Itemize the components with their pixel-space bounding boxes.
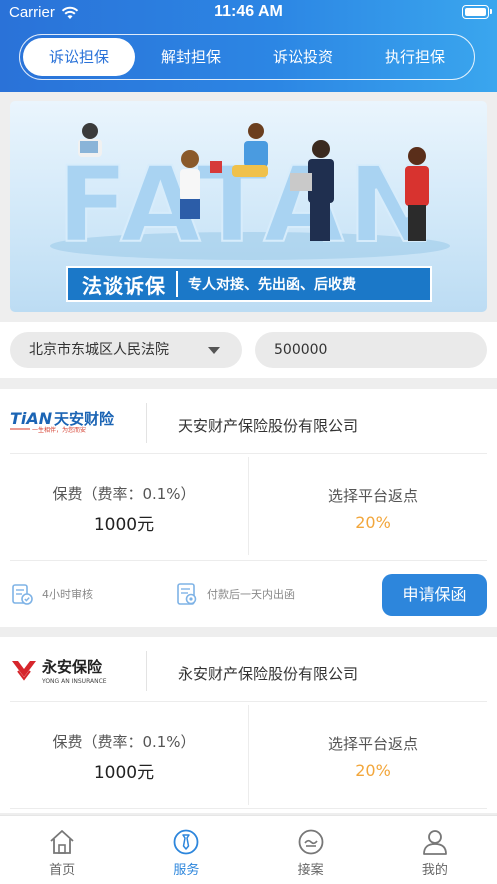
company-name: 天安财产保险股份有限公司 — [178, 417, 359, 435]
divider — [146, 651, 147, 691]
tab-profile[interactable]: 我的 — [373, 816, 497, 884]
tab-litigation-guarantee[interactable]: 诉讼担保 — [23, 38, 135, 76]
tab-execution-guarantee[interactable]: 执行担保 — [359, 38, 471, 76]
amount-input-value: 500000 — [274, 342, 328, 358]
rebate-block[interactable]: 选择平台返点 20% — [249, 733, 497, 780]
amount-input[interactable]: 500000 — [255, 332, 487, 368]
insurer-card: 永安保险 YONG AN INSURANCE 永安财产保险股份有限公司 保费（费… — [0, 637, 497, 813]
tab-case[interactable]: 接案 — [249, 816, 373, 884]
court-select[interactable]: 北京市东城区人民法院 — [10, 332, 242, 368]
divider — [146, 403, 147, 443]
insurer-card: TiAN 天安财险 一生相伴，为您而安 天安财产保险股份有限公司 保费（费率：0… — [0, 389, 497, 627]
apply-guarantee-button[interactable]: 申请保函 — [382, 574, 487, 616]
home-icon — [0, 828, 124, 856]
header: Carrier 11:46 AM 诉讼担保 解封担保 诉讼投资 执行担保 — [0, 0, 497, 92]
court-select-value: 北京市东城区人民法院 — [29, 342, 169, 358]
tab-home[interactable]: 首页 — [0, 816, 124, 884]
svg-text:永安保险: 永安保险 — [41, 658, 103, 676]
banner-caption: 法谈诉保 专人对接、先出函、后收费 — [66, 266, 432, 302]
document-icon — [12, 584, 33, 605]
fee-label: 保费（费率：0.1%） — [52, 485, 196, 503]
filter-bar: 北京市东城区人民法院 500000 — [0, 322, 497, 378]
divider — [10, 701, 487, 702]
tianan-logo: TiAN 天安财险 一生相伴，为您而安 — [10, 407, 120, 437]
banner-title: 法谈诉保 — [82, 273, 166, 298]
divider — [10, 560, 487, 561]
tab-label: 首页 — [49, 863, 76, 878]
fee-label: 保费（费率：0.1%） — [52, 733, 196, 751]
fee-block: 保费（费率：0.1%） 1000元 — [0, 731, 248, 783]
issue-time: 付款后一天内出函 — [207, 588, 295, 601]
status-bar: Carrier 11:46 AM — [0, 0, 497, 28]
profile-icon — [373, 828, 497, 856]
certificate-icon — [177, 583, 197, 605]
svg-text:天安财险: 天安财险 — [54, 410, 115, 428]
promo-banner[interactable]: FATAN 法谈诉保 专人对接、先出函、后收费 — [10, 101, 487, 312]
case-icon — [249, 828, 373, 856]
yongan-logo: 永安保险 YONG AN INSURANCE — [10, 657, 120, 687]
tab-service[interactable]: 服务 — [124, 816, 248, 884]
divider — [10, 453, 487, 454]
svg-text:YONG AN INSURANCE: YONG AN INSURANCE — [41, 678, 107, 685]
fee-value: 1000元 — [93, 515, 155, 535]
tab-label: 我的 — [421, 863, 448, 878]
issue-info: 付款后一天内出函 — [175, 582, 295, 606]
rebate-value: 20% — [355, 761, 391, 780]
service-icon — [124, 828, 248, 856]
divider — [10, 808, 487, 809]
fee-value: 1000元 — [93, 763, 155, 783]
tab-litigation-investment[interactable]: 诉讼投资 — [247, 38, 359, 76]
chevron-down-icon — [208, 347, 220, 354]
review-time: 4小时审核 — [42, 588, 93, 601]
company-name: 永安财产保险股份有限公司 — [178, 665, 359, 683]
top-tab-bar: 诉讼担保 解封担保 诉讼投资 执行担保 — [19, 34, 475, 80]
rebate-label: 选择平台返点 — [327, 487, 418, 505]
tab-label: 接案 — [297, 863, 324, 878]
tab-unseal-guarantee[interactable]: 解封担保 — [135, 38, 247, 76]
rebate-block[interactable]: 选择平台返点 20% — [249, 485, 497, 532]
svg-text:一生相伴，为您而安: 一生相伴，为您而安 — [32, 426, 86, 434]
fee-block: 保费（费率：0.1%） 1000元 — [0, 483, 248, 535]
clock: 11:46 AM — [214, 3, 283, 20]
rebate-value: 20% — [355, 513, 391, 532]
bottom-tab-bar: 首页 服务 接案 我的 — [0, 815, 497, 884]
review-info: 4小时审核 — [10, 582, 93, 606]
banner-slogan: 专人对接、先出函、后收费 — [188, 277, 356, 293]
rebate-label: 选择平台返点 — [327, 735, 418, 753]
tab-label: 服务 — [173, 863, 200, 878]
battery-icon — [462, 5, 492, 19]
svg-text:TiAN: TiAN — [10, 409, 53, 428]
